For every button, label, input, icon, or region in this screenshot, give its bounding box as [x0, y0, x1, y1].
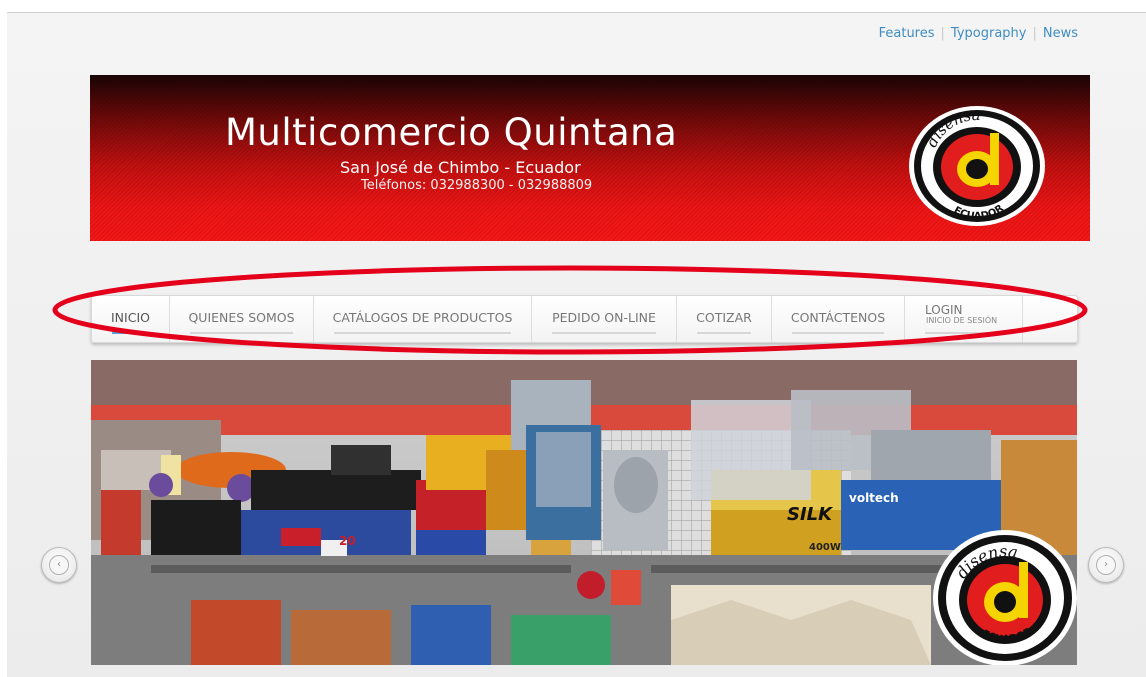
site-phones: Teléfonos: 032988300 - 032988809	[361, 178, 593, 193]
link-separator: |	[940, 26, 945, 41]
photo-label-voltech: voltech	[849, 491, 899, 505]
menu-item-cotizar[interactable]: COTIZAR	[677, 296, 772, 342]
menu-underline	[190, 332, 293, 334]
menu-underline	[552, 332, 656, 334]
link-separator: |	[1032, 26, 1037, 41]
menu-underline	[925, 332, 1002, 334]
menu-item-inicio[interactable]: INICIO	[92, 296, 170, 342]
menu-item-login[interactable]: LOGIN INICIO DE SESIÓN	[905, 296, 1023, 342]
disensa-logo: disensa ECUADOR	[909, 106, 1045, 226]
slider-next-button[interactable]: ›	[1088, 547, 1124, 583]
photo-label-silk: SILK	[787, 504, 834, 525]
store-photo: 20 SILK voltech 400W disensa ECUADOR	[91, 360, 1077, 665]
login-label: LOGIN	[925, 303, 963, 317]
menu-label: PEDIDO ON-LINE	[552, 310, 656, 325]
menu-label: CONTÁCTENOS	[790, 310, 886, 325]
menu-label: QUIENES SOMOS	[188, 310, 295, 325]
site-subtitle: San José de Chimbo - Ecuador	[340, 158, 581, 177]
top-link-features[interactable]: Features	[879, 26, 935, 41]
chevron-right-icon: ›	[1096, 555, 1116, 575]
active-underline	[112, 332, 149, 334]
header-banner: Multicomercio Quintana San José de Chimb…	[90, 75, 1090, 241]
site-title: Multicomercio Quintana	[225, 111, 678, 154]
slider-disensa-logo: disensa ECUADOR	[933, 530, 1077, 665]
top-links: Features | Typography | News	[879, 26, 1078, 41]
menu-label: COTIZAR	[696, 310, 752, 325]
top-link-news[interactable]: News	[1043, 26, 1078, 41]
menu-underline	[334, 332, 511, 334]
menu-underline	[697, 332, 751, 334]
menu-item-catalogos[interactable]: CATÁLOGOS DE PRODUCTOS	[314, 296, 532, 342]
menu-item-contactenos[interactable]: CONTÁCTENOS	[772, 296, 905, 342]
menu-label: INICIO	[111, 310, 150, 325]
menu-item-pedido-online[interactable]: PEDIDO ON-LINE	[532, 296, 677, 342]
image-slider: 20 SILK voltech 400W disensa ECUADOR	[91, 360, 1077, 665]
slider-prev-button[interactable]: ‹	[41, 547, 77, 583]
menu-item-quienes-somos[interactable]: QUIENES SOMOS	[170, 296, 314, 342]
main-menu: INICIO QUIENES SOMOS CATÁLOGOS DE PRODUC…	[91, 295, 1078, 343]
login-sublabel: INICIO DE SESIÓN	[926, 316, 998, 325]
photo-label-20: 20	[339, 534, 356, 548]
photo-label-400w: 400W	[809, 542, 841, 553]
chevron-left-icon: ‹	[49, 555, 69, 575]
menu-label: CATÁLOGOS DE PRODUCTOS	[332, 310, 513, 325]
top-link-typography[interactable]: Typography	[951, 26, 1027, 41]
menu-underline	[792, 332, 884, 334]
